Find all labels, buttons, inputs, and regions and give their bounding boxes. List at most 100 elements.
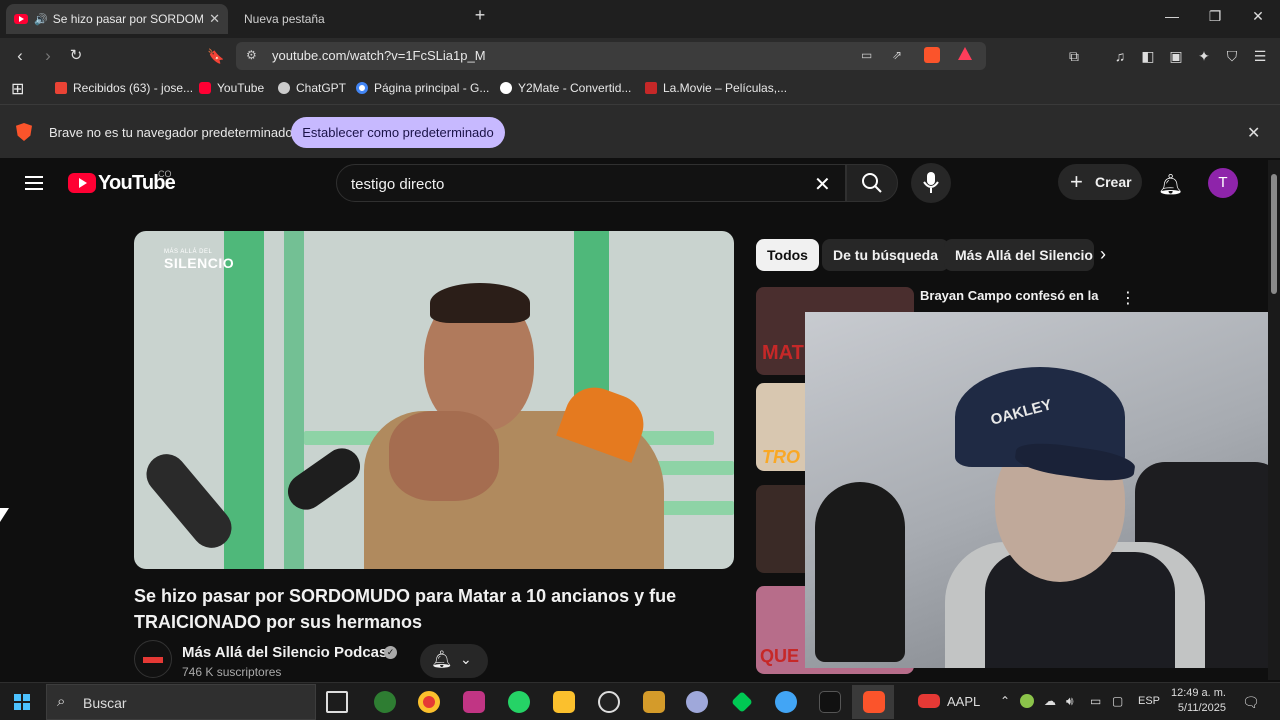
search-icon (862, 173, 882, 193)
create-button[interactable]: + Crear (1058, 164, 1142, 200)
url-text: youtube.com/watch?v=1FcSLia1p_M (272, 48, 486, 63)
instagram-icon[interactable] (463, 691, 485, 713)
onedrive-icon[interactable]: ☁ (1044, 694, 1056, 708)
tiktok-icon[interactable] (819, 691, 841, 713)
bookmark-label: Y2Mate - Convertid... (518, 81, 632, 95)
show-hidden-icons[interactable]: ⌃ (1000, 694, 1010, 708)
chip-de-tu-busqueda[interactable]: De tu búsqueda (822, 239, 950, 271)
network-icon[interactable]: ▢ (1112, 694, 1123, 708)
tab-title: Nueva pestaña (244, 12, 325, 26)
media-icon[interactable]: ♫ (1112, 48, 1128, 64)
bookmark-gmail[interactable]: Recibidos (63) - jose... (55, 81, 193, 95)
webcam-fan (815, 482, 905, 662)
microphone-icon (923, 172, 939, 193)
bookmark-google[interactable]: Página principal - G... (356, 81, 489, 95)
file-explorer-icon[interactable] (553, 691, 575, 713)
close-tab-icon[interactable]: ✕ (209, 11, 220, 27)
search-button[interactable] (846, 164, 898, 202)
voice-search-button[interactable] (911, 163, 951, 203)
bookmark-y2mate[interactable]: Y2Mate - Convertid... (500, 81, 631, 95)
tab-new-tab[interactable]: Nueva pestaña (236, 4, 466, 34)
forward-button[interactable]: › (38, 46, 58, 66)
volume-icon[interactable]: 🔊︎ (1066, 694, 1074, 709)
audio-playing-icon[interactable]: 🔊 (34, 13, 48, 26)
bookmark-youtube[interactable]: YouTube (199, 81, 264, 95)
site-info-icon[interactable]: ⚙ (246, 48, 257, 62)
verified-check-icon: ✓ (384, 646, 397, 659)
battery-icon[interactable]: ▭ (1090, 694, 1101, 708)
account-avatar[interactable]: T (1208, 168, 1238, 198)
bookmark-chatgpt[interactable]: ChatGPT (278, 81, 346, 95)
menu-icon[interactable]: ☰ (1252, 48, 1268, 64)
notifications-icon[interactable]: 🗨 (1242, 694, 1260, 711)
close-window-button[interactable]: ✕ (1248, 8, 1268, 25)
tab-youtube-video[interactable]: 🔊 Se hizo pasar por SORDOMUDO ✕ (6, 4, 228, 34)
task-view-icon[interactable] (326, 691, 348, 713)
share-icon[interactable]: ⇗ (892, 48, 902, 62)
brave-shields-icon[interactable] (924, 47, 940, 63)
lamovie-icon (645, 82, 657, 94)
set-default-button[interactable]: Establecer como predeterminado (291, 117, 505, 148)
close-infobar-icon[interactable]: ✕ (1247, 123, 1260, 143)
clock-time: 12:49 a. m. (1170, 687, 1226, 699)
youtube-favicon-icon (14, 14, 28, 24)
recommendation-title[interactable]: Brayan Campo confesó en la (920, 288, 1098, 303)
address-bar[interactable]: ⚙ youtube.com/watch?v=1FcSLia1p_M ▭ ⇗ (236, 42, 986, 70)
winrar-icon[interactable] (643, 691, 665, 713)
bookmark-lamovie[interactable]: La.Movie – Películas,... (645, 81, 787, 95)
obs-icon[interactable] (598, 691, 620, 713)
chevron-right-icon[interactable]: › (1100, 244, 1106, 265)
minimize-window-button[interactable]: — (1162, 8, 1182, 24)
chip-channel[interactable]: Más Allá del Silencio Podcast (944, 239, 1094, 271)
app-icon[interactable] (731, 691, 753, 713)
search-icon: ⌕ (57, 693, 66, 710)
app-icon[interactable] (686, 691, 708, 713)
page-scrollbar[interactable] (1268, 160, 1280, 680)
chip-todos[interactable]: Todos (756, 239, 819, 271)
wallet-icon[interactable]: ▣ (1168, 48, 1184, 64)
channel-name[interactable]: Más Allá del Silencio Podcast (182, 644, 392, 661)
reload-button[interactable]: ↻ (66, 46, 86, 66)
clock[interactable]: 12:49 a. m. 5/11/2025 (1170, 686, 1226, 716)
whatsapp-icon[interactable] (508, 691, 530, 713)
scrollbar-thumb[interactable] (1271, 174, 1277, 294)
bookmark-label: YouTube (217, 81, 265, 95)
chrome-profile-icon[interactable] (374, 691, 396, 713)
create-label: Crear (1095, 174, 1132, 190)
cast-icon[interactable]: ▭ (861, 48, 872, 62)
brave-icon[interactable] (863, 691, 885, 713)
video-player[interactable]: MÁS ALLÁ DEL SILENCIO (134, 231, 734, 569)
vpn-icon[interactable]: ⛉ (1224, 48, 1240, 64)
youtube-logo-icon[interactable] (68, 173, 96, 193)
watermark-text: SILENCIO (164, 255, 235, 271)
search-input[interactable]: testigo directo ✕ (336, 164, 846, 202)
new-tab-button[interactable]: + (470, 5, 490, 26)
google-icon (356, 82, 368, 94)
taskbar-search-placeholder: Buscar (83, 695, 127, 711)
language-indicator[interactable]: ESP (1138, 695, 1160, 707)
stock-widget-icon[interactable] (918, 694, 940, 708)
subscribed-notifications-button[interactable]: 🔔︎ ⌄ (420, 644, 488, 678)
apps-grid-icon[interactable]: ⊞ (11, 79, 24, 99)
channel-avatar[interactable] (134, 640, 172, 678)
leo-ai-icon[interactable]: ✦ (1196, 48, 1212, 64)
clear-search-icon[interactable]: ✕ (814, 172, 831, 197)
background-pillar (284, 231, 304, 569)
stock-ticker[interactable]: AAPL (947, 694, 980, 709)
brave-rewards-icon[interactable] (958, 47, 972, 60)
tray-app-icon[interactable] (1020, 694, 1034, 708)
chrome-icon[interactable] (418, 691, 440, 713)
hamburger-menu-icon[interactable] (25, 176, 43, 194)
notifications-bell-icon[interactable]: 🔔︎ (1158, 172, 1183, 197)
webcam-overlay[interactable]: OAKLEY (805, 312, 1280, 668)
taskbar-search-box[interactable]: ⌕ Buscar (46, 684, 316, 720)
bookmark-icon[interactable]: 🔖 (206, 46, 226, 66)
back-button[interactable]: ‹ (10, 46, 30, 66)
sidebar-icon[interactable]: ◧ (1140, 48, 1156, 64)
more-options-icon[interactable]: ⋮ (1120, 288, 1136, 308)
reader-mode-icon[interactable]: ⧉ (1066, 48, 1082, 64)
maximize-window-button[interactable]: ❐ (1205, 8, 1225, 25)
windows-start-icon[interactable] (14, 694, 30, 710)
app-icon[interactable] (775, 691, 797, 713)
browser-toolbar: ‹ › ↻ 🔖 ⚙ youtube.com/watch?v=1FcSLia1p_… (0, 38, 1280, 74)
